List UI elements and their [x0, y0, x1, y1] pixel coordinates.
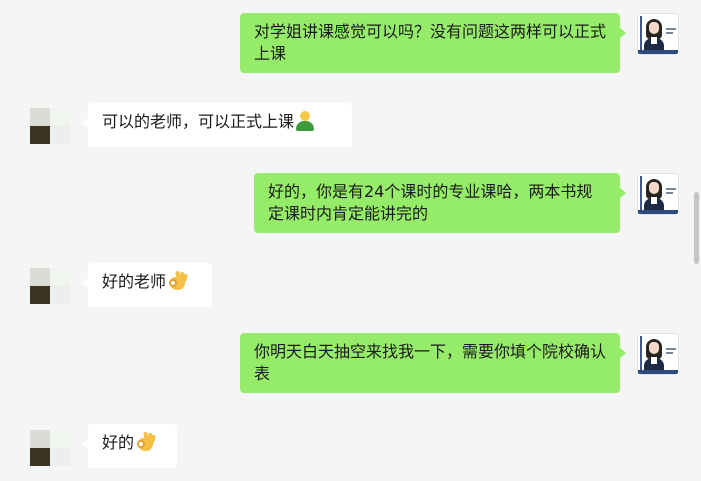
message-text: 可以的老师，可以正式上课 [102, 112, 295, 131]
scrollbar-thumb[interactable] [694, 192, 699, 264]
message-bubble-outgoing[interactable]: 好的，你是有24个课时的专业课哈，两本书规定课时内肯定能讲完的 [254, 173, 626, 233]
message-text: 你明天白天抽空来找我一下，需要你填个院校确认表 [254, 342, 607, 383]
avatar[interactable] [637, 333, 679, 375]
ok-hand-icon [135, 431, 156, 452]
message-bubble-incoming[interactable]: 好的老师 [82, 263, 212, 307]
avatar[interactable] [30, 268, 72, 304]
scrollbar[interactable] [693, 0, 701, 481]
message-text: 对学姐讲课感觉可以吗？没有问题这两样可以正式上课 [254, 22, 607, 63]
message-bubble-outgoing[interactable]: 你明天白天抽空来找我一下，需要你填个院校确认表 [240, 333, 626, 393]
message-bubble-incoming[interactable]: 可以的老师，可以正式上课 [82, 103, 352, 147]
avatar[interactable] [637, 13, 679, 55]
avatar[interactable] [30, 430, 72, 466]
message-bubble-incoming[interactable]: 好的 [82, 424, 177, 468]
avatar[interactable] [30, 108, 72, 144]
message-text: 好的 [102, 433, 135, 452]
message-text: 好的老师 [102, 272, 167, 291]
avatar[interactable] [637, 173, 679, 215]
person-icon [295, 111, 315, 131]
ok-hand-icon [167, 270, 188, 291]
message-text: 好的，你是有24个课时的专业课哈，两本书规定课时内肯定能讲完的 [268, 182, 593, 223]
chat-history[interactable]: 对学姐讲课感觉可以吗？没有问题这两样可以正式上课 可以的老师，可以正式上课 好的… [0, 0, 701, 481]
message-bubble-outgoing[interactable]: 对学姐讲课感觉可以吗？没有问题这两样可以正式上课 [240, 13, 626, 73]
